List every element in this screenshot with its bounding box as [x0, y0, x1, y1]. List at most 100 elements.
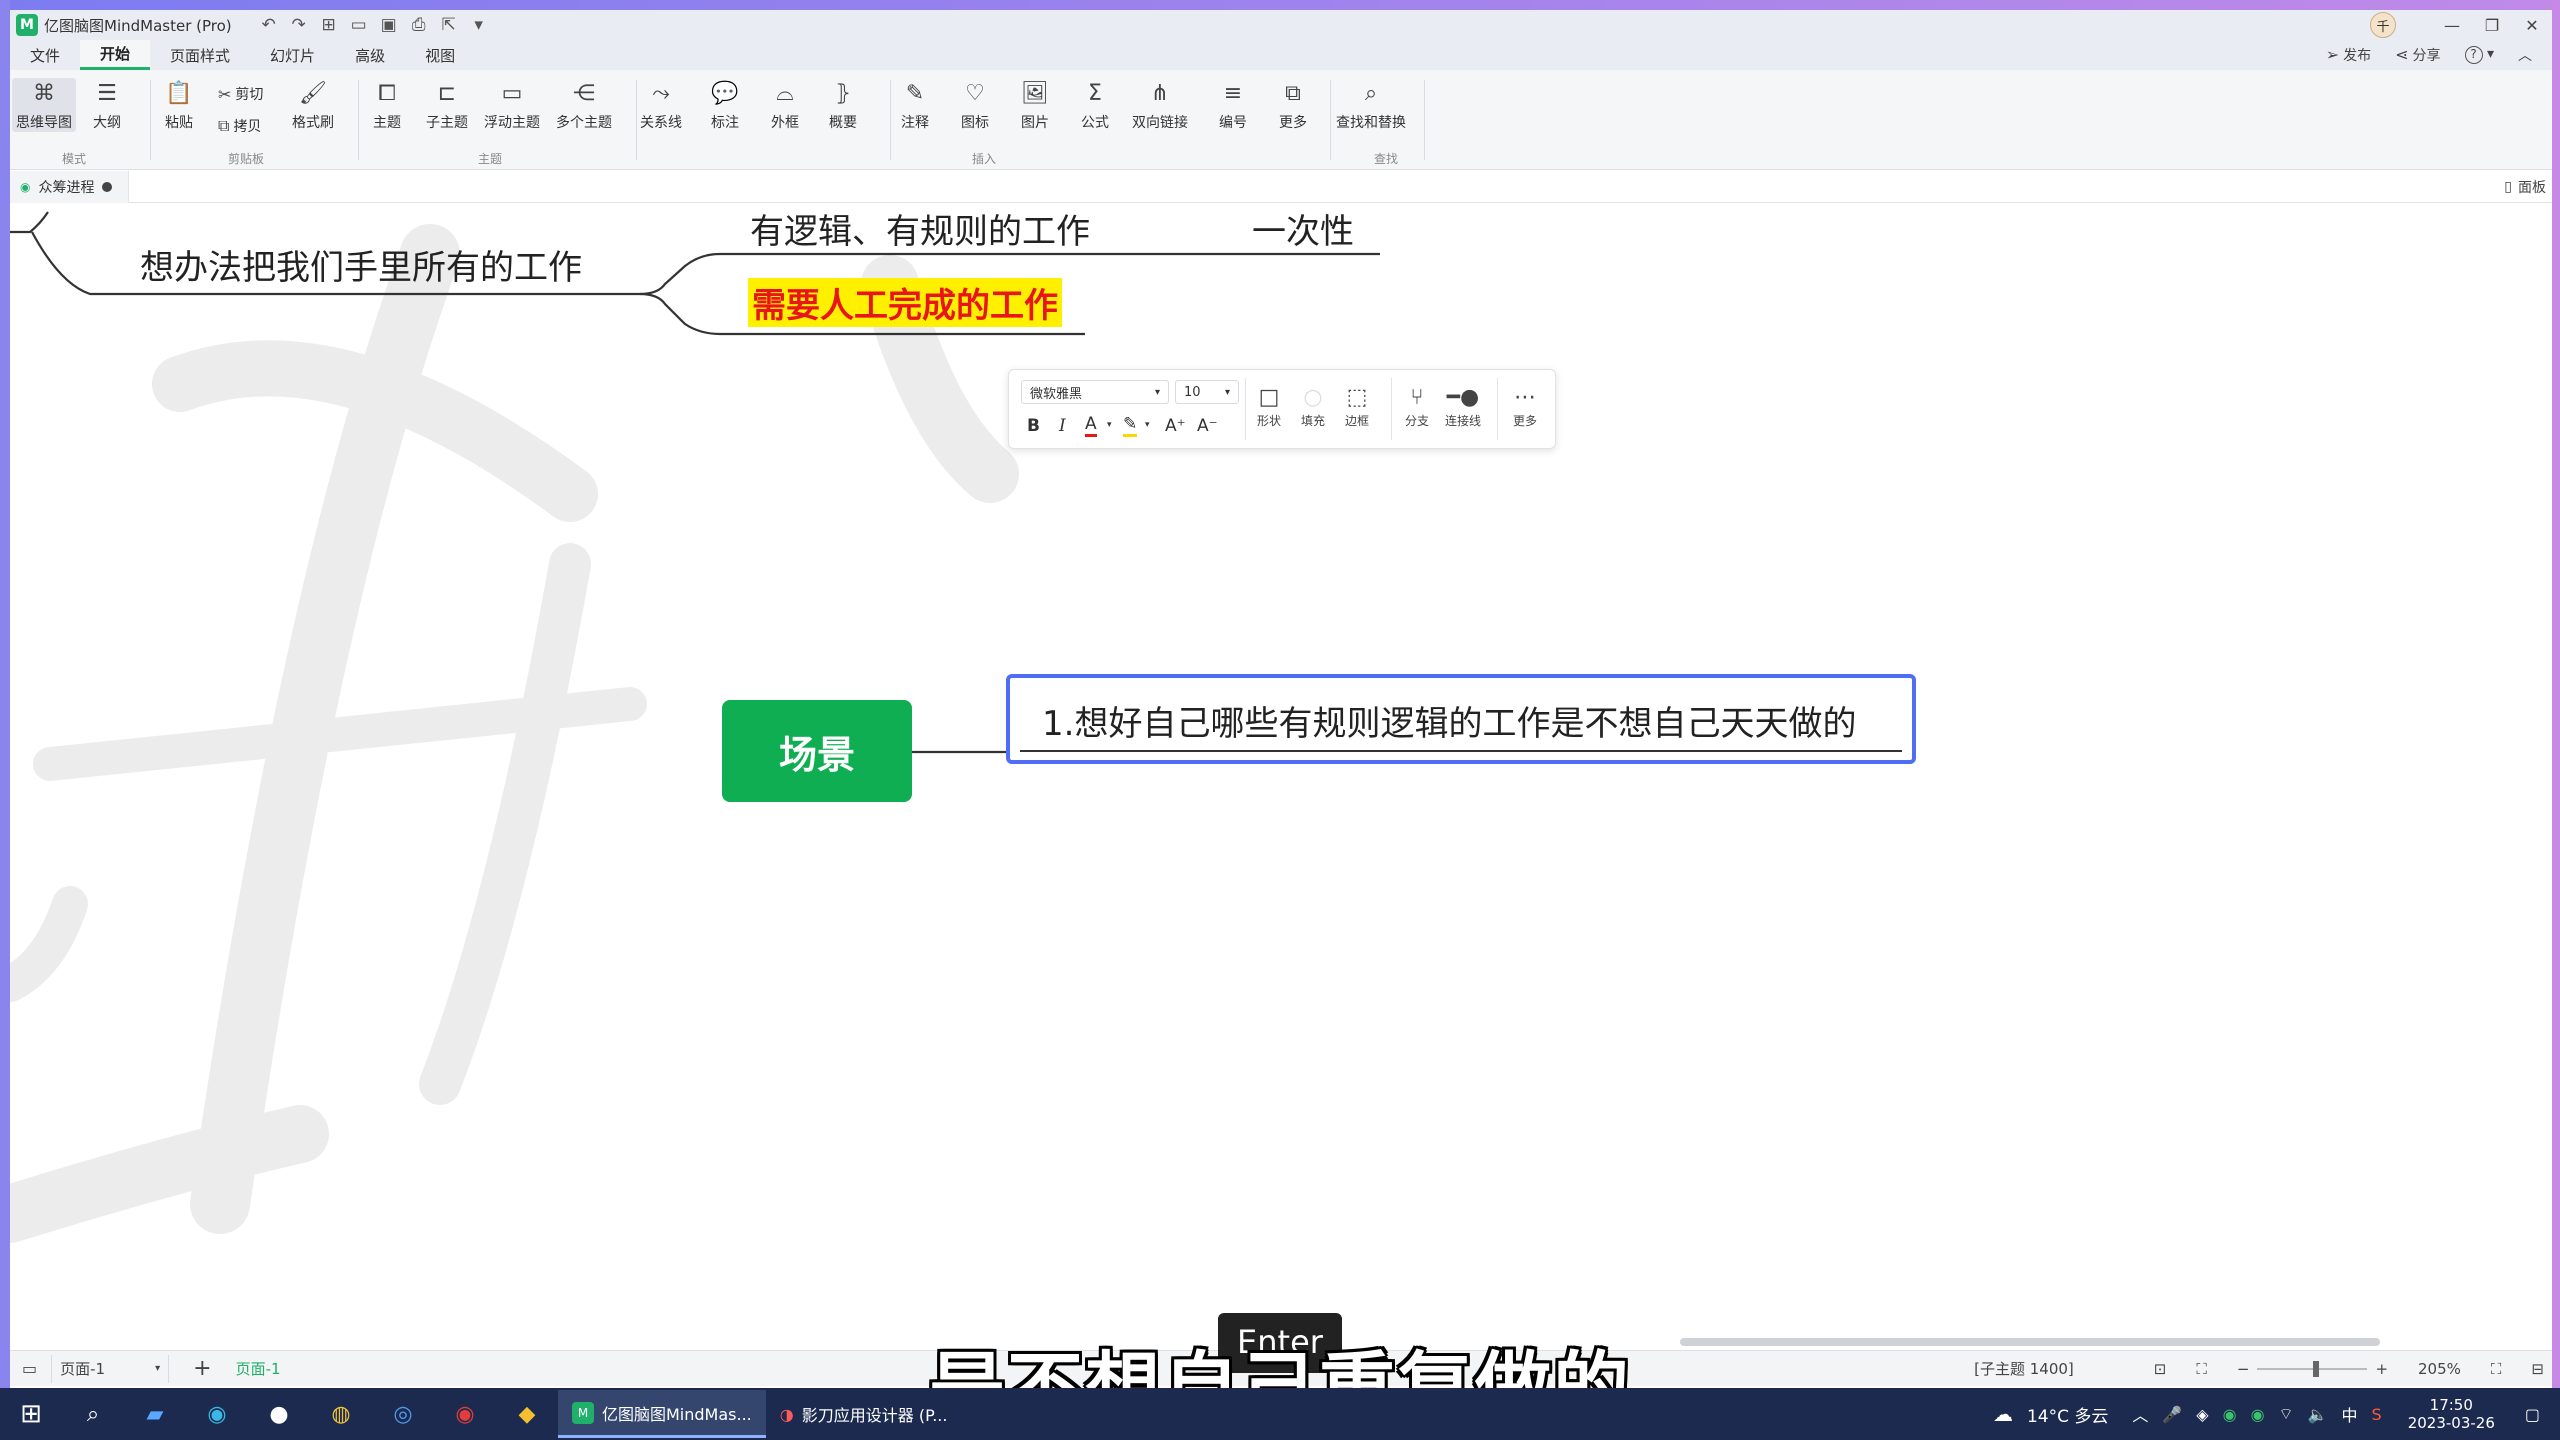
input-method[interactable]: 中	[2342, 1402, 2358, 1426]
outline-mode-button[interactable]: ☰ 大纲	[92, 78, 122, 132]
chevron-down-icon[interactable]: ▾	[1145, 420, 1150, 430]
document-tab[interactable]: ◉ 众筹进程	[10, 170, 130, 203]
branch-button[interactable]: ⑂ 分支	[1405, 382, 1429, 429]
tab-home[interactable]: 开始	[80, 40, 151, 70]
weather-cloud-icon[interactable]: ☁	[1993, 1402, 2013, 1426]
font-size-select[interactable]: 10 ▾	[1175, 380, 1239, 404]
image-button[interactable]: 🖼 图片	[1020, 78, 1050, 132]
browser-blue-icon[interactable]: ◎	[383, 1394, 423, 1434]
tab-advanced[interactable]: 高级	[335, 40, 405, 70]
fill-button[interactable]: ○ 填充	[1301, 382, 1325, 429]
panel-toggle-button[interactable]: ▯ 面板	[2504, 177, 2552, 197]
font-family-select[interactable]: 微软雅黑 ▾	[1021, 380, 1169, 404]
highlight-pen-icon[interactable]: ✎	[1123, 414, 1138, 437]
app-yellow-icon[interactable]: ◆	[507, 1394, 547, 1434]
connector-button[interactable]: ━● 连接线	[1445, 382, 1481, 429]
unsaved-dot-icon[interactable]	[102, 181, 113, 192]
system-tray: ☁ 14°C 多云 ︿ 🎤 ◈ ◉ ◉ ⌔ 🔈 中 S 17:50 2023-0…	[1993, 1396, 2560, 1432]
wechat-icon[interactable]: ◉	[2223, 1405, 2237, 1424]
topic-label-one-time[interactable]: 一次性	[1252, 204, 1354, 253]
restore-button[interactable]: ❐	[2472, 10, 2512, 40]
network-icon[interactable]: ⌔	[2279, 1404, 2294, 1424]
minimize-button[interactable]: —	[2432, 10, 2472, 40]
netease-music-icon[interactable]: ◉	[445, 1394, 485, 1434]
open-folder-icon[interactable]: ▭	[346, 12, 372, 38]
font-color-button[interactable]: A	[1085, 414, 1097, 437]
close-button[interactable]: ✕	[2512, 10, 2552, 40]
formula-button[interactable]: Σ 公式	[1080, 78, 1110, 132]
search-icon[interactable]: ⌕	[73, 1394, 113, 1434]
boundary-button[interactable]: ⌓ 外框	[770, 78, 800, 132]
floating-topic-button[interactable]: ▭ 浮动主题	[484, 78, 540, 132]
notification-icon[interactable]: ▢	[2525, 1405, 2540, 1424]
group-label-clipboard: 剪贴板	[228, 152, 265, 166]
border-button[interactable]: ⬚ 边框	[1345, 382, 1369, 429]
taskbar-app-mindmaster[interactable]: M 亿图脑图MindMas...	[558, 1390, 766, 1438]
toolbar-divider	[1245, 378, 1246, 440]
relationship-button[interactable]: ⤳ 关系线	[640, 78, 682, 132]
volume-icon[interactable]: 🔈	[2308, 1405, 2328, 1424]
copy-button[interactable]: ⧉ 拷贝	[218, 116, 261, 136]
share-button[interactable]: ⋖ 分享	[2395, 45, 2440, 65]
central-topic-scene[interactable]: 场景	[722, 700, 912, 802]
mindmap-mode-button[interactable]: ⌘ 思维导图	[12, 78, 76, 132]
selected-topic-underline	[1020, 750, 1902, 752]
clock[interactable]: 17:50 2023-03-26	[2408, 1396, 2495, 1432]
more-format-button[interactable]: ⋯ 更多	[1513, 382, 1537, 429]
undo-icon[interactable]: ↶	[256, 12, 282, 38]
subtopic-button[interactable]: ⊏ 子主题	[426, 78, 468, 132]
weather-text[interactable]: 14°C 多云	[2027, 1402, 2108, 1427]
topic-parent[interactable]: 想办法把我们手里所有的工作	[140, 240, 582, 289]
antivirus-icon[interactable]: S	[2372, 1405, 2382, 1424]
customize-dropdown-icon[interactable]: ▾	[466, 12, 492, 38]
decrease-font-button[interactable]: A⁻	[1197, 416, 1218, 436]
export-icon[interactable]: ⇱	[436, 12, 462, 38]
note-button[interactable]: ✎ 注释	[900, 78, 930, 132]
collapse-ribbon-icon[interactable]: ︿	[2518, 45, 2532, 65]
tab-slides[interactable]: 幻灯片	[250, 40, 335, 70]
topic-child-logic-work[interactable]: 有逻辑、有规则的工作	[750, 204, 1090, 253]
find-replace-button[interactable]: ⌕ 查找和替换	[1336, 78, 1406, 132]
tray-app-icon[interactable]: ◈	[2196, 1405, 2208, 1424]
paste-button[interactable]: 📋 粘贴	[164, 78, 194, 132]
bold-button[interactable]: B	[1027, 416, 1040, 436]
browser-edge-icon[interactable]: ◉	[197, 1394, 237, 1434]
microphone-icon[interactable]: 🎤	[2162, 1405, 2182, 1424]
tab-file[interactable]: 文件	[10, 40, 80, 70]
print-icon[interactable]: ⎙	[406, 12, 432, 38]
qq-penguin-icon[interactable]: ●	[259, 1394, 299, 1434]
tab-page-style[interactable]: 页面样式	[150, 40, 250, 70]
topic-child-manual-work[interactable]: 需要人工完成的工作	[748, 278, 1062, 327]
file-explorer-icon[interactable]: ▰	[135, 1394, 175, 1434]
taskbar-app-yingdao[interactable]: ◑ 影刀应用设计器 (P...	[766, 1390, 962, 1438]
more-insert-button[interactable]: ⧉ 更多	[1278, 78, 1308, 132]
bidirectional-link-button[interactable]: ⋔ 双向链接	[1132, 78, 1188, 132]
tab-view[interactable]: 视图	[405, 40, 475, 70]
format-painter-button[interactable]: 🖌 格式刷	[292, 78, 334, 132]
cut-button[interactable]: ✂ 剪切	[218, 84, 263, 104]
icon-button[interactable]: ♡ 图标	[960, 78, 990, 132]
tray-overflow-icon[interactable]: ︿	[2132, 1402, 2148, 1426]
italic-button[interactable]: I	[1059, 416, 1066, 436]
selected-topic[interactable]: 1.想好自己哪些有规则逻辑的工作是不想自己天天做的	[1006, 674, 1916, 764]
numbering-button[interactable]: ≡ 编号	[1218, 78, 1248, 132]
chevron-down-icon[interactable]: ▾	[1107, 420, 1112, 430]
topic-button[interactable]: ⧠ 主题	[372, 78, 402, 132]
help-button[interactable]: ? ▾	[2464, 46, 2494, 64]
selected-topic-text[interactable]: 1.想好自己哪些有规则逻辑的工作是不想自己天天做的	[1042, 696, 1856, 745]
save-icon[interactable]: ▣	[376, 12, 402, 38]
new-file-icon[interactable]: ⊞	[316, 12, 342, 38]
wechat-work-icon[interactable]: ◉	[2251, 1405, 2265, 1424]
windows-start-icon[interactable]: ⊞	[11, 1394, 51, 1434]
chrome-icon[interactable]: ◍	[321, 1394, 361, 1434]
multiple-topics-button[interactable]: ⋲ 多个主题	[556, 78, 612, 132]
quick-access-toolbar: ↶ ↷ ⊞ ▭ ▣ ⎙ ⇱ ▾	[256, 12, 492, 38]
redo-icon[interactable]: ↷	[286, 12, 312, 38]
publish-button[interactable]: ➢ 发布	[2326, 45, 2371, 65]
summary-button[interactable]: ⦄ 概要	[828, 78, 858, 132]
increase-font-button[interactable]: A⁺	[1165, 416, 1186, 436]
user-avatar[interactable]: 千	[2370, 12, 2396, 38]
shape-button[interactable]: □ 形状	[1257, 382, 1281, 429]
callout-button[interactable]: 💬 标注	[710, 78, 740, 132]
ribbon-divider	[1330, 80, 1331, 160]
